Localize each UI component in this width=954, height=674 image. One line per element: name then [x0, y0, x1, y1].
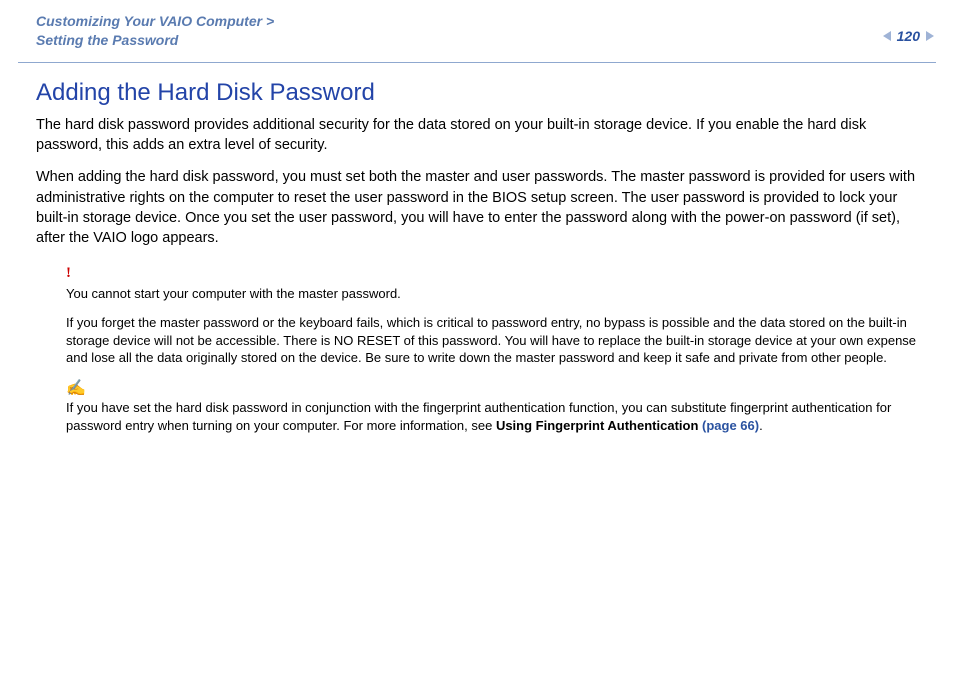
fingerprint-auth-link[interactable]: (page 66)	[702, 418, 759, 433]
page-nav: 120	[883, 28, 934, 44]
next-page-icon[interactable]	[926, 31, 934, 41]
section-title: Adding the Hard Disk Password	[36, 79, 918, 107]
paragraph-1: The hard disk password provides addition…	[36, 115, 918, 156]
warning-icon: !	[66, 263, 918, 283]
prev-page-icon[interactable]	[883, 31, 891, 41]
breadcrumb: Customizing Your VAIO Computer > Setting…	[36, 12, 918, 50]
warning-line2: If you forget the master password or the…	[66, 314, 918, 367]
breadcrumb-line2: Setting the Password	[36, 32, 178, 48]
breadcrumb-line1: Customizing Your VAIO Computer >	[36, 13, 274, 29]
page-number: 120	[897, 28, 920, 44]
note-text-after: .	[759, 418, 763, 433]
paragraph-2: When adding the hard disk password, you …	[36, 167, 918, 248]
page-header: Customizing Your VAIO Computer > Setting…	[0, 0, 954, 56]
note-text: If you have set the hard disk password i…	[66, 399, 918, 434]
page-content: Adding the Hard Disk Password The hard d…	[0, 63, 954, 434]
note-text-before: If you have set the hard disk password i…	[66, 400, 891, 433]
manual-page: Customizing Your VAIO Computer > Setting…	[0, 0, 954, 674]
warning-block: ! You cannot start your computer with th…	[66, 263, 918, 367]
warning-line1: You cannot start your computer with the …	[66, 285, 918, 303]
note-block: ✍ If you have set the hard disk password…	[66, 381, 918, 434]
note-link-bold: Using Fingerprint Authentication	[496, 418, 702, 433]
note-icon: ✍	[66, 381, 918, 397]
